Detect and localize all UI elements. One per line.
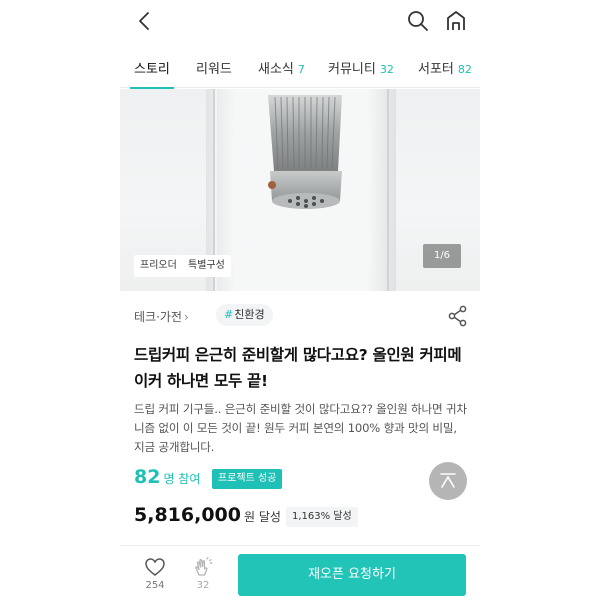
like-button[interactable]: 254 <box>140 554 170 596</box>
percent-badge: 1,163% 달성 <box>286 507 358 527</box>
hash-icon: # <box>224 308 234 321</box>
like-count: 254 <box>145 580 165 591</box>
special-set-chip: 특별구성 <box>182 255 231 277</box>
amount-stat: 5,816,000 원 달성 <box>134 504 281 526</box>
share-icon <box>448 305 467 327</box>
top-bar <box>120 0 480 42</box>
tab-news[interactable]: 새소식 7 <box>258 58 305 88</box>
tag-pill[interactable]: #친환경 <box>216 304 273 326</box>
tab-label: 커뮤니티 <box>328 62 376 77</box>
tab-supporter[interactable]: 서포터 82 <box>418 58 472 88</box>
category-row: 테크·가전 › #친환경 <box>134 304 467 328</box>
scroll-to-top-button[interactable] <box>429 462 467 500</box>
chevron-right-icon: › <box>183 310 189 324</box>
cheer-count: 32 <box>196 580 210 591</box>
tab-label: 리워드 <box>196 62 232 77</box>
hero-image-carousel[interactable]: 프리오더 특별구성 1/6 <box>120 89 480 291</box>
bottom-action-bar: 254 32 재오픈 요청하기 <box>120 545 480 600</box>
tab-count: 7 <box>297 63 305 76</box>
category-label: 테크·가전 <box>134 310 182 324</box>
project-description: 드립 커피 기구들.. 은근히 준비할 것이 많다고요?? 올인원 하나면 귀차… <box>134 402 467 454</box>
tab-community[interactable]: 커뮤니티 32 <box>328 58 394 88</box>
tab-label: 스토리 <box>134 62 170 77</box>
arrow-up-icon <box>440 473 456 488</box>
tab-bar: 스토리 리워드 새소식 7 커뮤니티 32 서포터 82 <box>120 52 480 89</box>
clap-icon <box>195 556 213 576</box>
tab-reward[interactable]: 리워드 <box>196 58 232 88</box>
project-detail-screen: 스토리 리워드 새소식 7 커뮤니티 32 서포터 82 프리오더 특별구성 1… <box>120 0 480 600</box>
heart-icon <box>145 558 165 576</box>
participants-stat: 82 명 참여 <box>134 466 200 488</box>
tab-count: 32 <box>379 63 394 76</box>
reopen-request-button[interactable]: 재오픈 요청하기 <box>238 554 466 596</box>
cheer-button[interactable]: 32 <box>188 554 218 596</box>
search-button[interactable] <box>406 9 430 33</box>
chevron-left-icon <box>139 12 149 30</box>
participants-count: 82 <box>134 466 161 488</box>
project-title: 드립커피 은근히 준비할게 많다고요? 올인원 커피메이커 하나면 모두 끝! <box>134 346 462 390</box>
category-link[interactable]: 테크·가전 › <box>134 308 189 325</box>
tab-story[interactable]: 스토리 <box>130 58 174 89</box>
home-icon <box>447 11 465 30</box>
share-button[interactable] <box>446 304 470 328</box>
preorder-chip: 프리오더 <box>134 255 183 277</box>
participants-label: 명 참여 <box>163 472 201 486</box>
image-page-counter: 1/6 <box>423 244 461 268</box>
tab-label: 새소식 <box>258 62 294 77</box>
status-badge: 프로젝트 성공 <box>212 469 283 489</box>
tab-count: 82 <box>457 63 472 76</box>
back-button[interactable] <box>134 10 156 32</box>
search-icon <box>408 11 428 31</box>
amount-value: 5,816,000 <box>134 504 241 526</box>
tab-label: 서포터 <box>418 62 454 77</box>
home-button[interactable] <box>444 9 468 33</box>
amount-label: 원 달성 <box>243 510 281 524</box>
tag-label: 친환경 <box>234 308 265 321</box>
